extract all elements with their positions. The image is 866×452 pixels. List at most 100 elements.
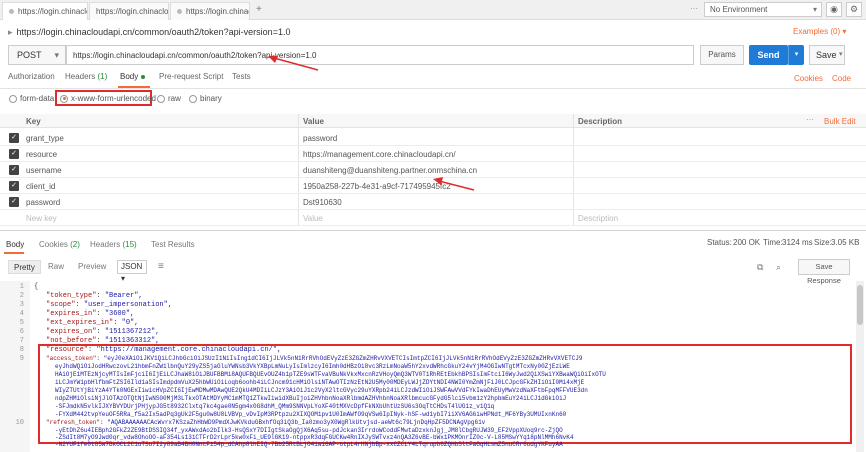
examples-button[interactable]: Examples (0) ▾ [793,27,846,36]
radio-icon [9,94,17,103]
table-row [0,130,866,146]
scrollbar-thumb[interactable] [857,285,863,325]
divider [0,230,866,231]
checkbox-checked-icon[interactable]: ✓ [9,133,19,143]
tab-headers[interactable]: Headers (1) [65,72,107,81]
request-title[interactable]: ▸ https://login.chinacloudapi.cn/common/o… [8,27,290,38]
wrap-lines-icon[interactable]: ≡ [158,260,170,274]
request-tab[interactable]: https://login.chinaclou× [2,2,88,20]
chevron-down-icon: ▾ [121,274,126,283]
tab-prerequest-script[interactable]: Pre-request Script [159,72,223,81]
code-line: "expires_in": "3600", [46,310,135,318]
param-key[interactable]: resource [26,150,57,159]
method-select[interactable]: POST ▾ [8,45,66,65]
key-column-header: Key [26,117,41,126]
radio-icon [157,94,165,103]
more-icon[interactable]: ··· [806,115,814,124]
line-number: 10 [15,419,24,427]
code-line: "token_type": "Bearer", [46,292,143,300]
param-value[interactable]: https://management.core.chinacloudapi.cn… [303,150,456,159]
line-number: 3 [19,301,24,309]
radio-x-www-form-urlencoded[interactable]: x-www-form-urlencoded [60,94,156,103]
chevron-right-icon: ▸ [8,27,13,37]
new-tab-button[interactable]: + [256,4,262,15]
chevron-down-icon[interactable]: ▾ [839,45,850,65]
tab-response-headers[interactable]: Headers (15) [90,240,137,249]
annotation-arrow [433,177,475,191]
time-value: 3124 ms [782,238,813,247]
tab-response-cookies[interactable]: Cookies (2) [39,240,80,249]
radio-binary[interactable]: binary [189,94,222,103]
eye-icon[interactable]: ◉ [826,2,842,17]
format-select[interactable]: JSON ▾ [117,260,147,283]
code-link[interactable]: Code [832,74,851,83]
tab-body[interactable]: Body [120,72,146,81]
new-description-input[interactable]: Description [578,214,618,223]
tab-authorization[interactable]: Authorization [8,72,55,81]
token-continuation: -yEtDhZ6u4IEBph2GFkZ2ZE9BtDSSIQ34f_yxAWx… [55,427,563,434]
status-dot-icon [9,9,14,14]
code-line: { [34,283,39,291]
param-value[interactable]: Dst910630 [303,198,342,207]
tab-test-results[interactable]: Test Results [151,240,195,249]
size-label: Size: [814,238,832,247]
close-icon[interactable]: × [169,7,170,16]
size-value: 3.05 KB [831,238,860,247]
tab-response-body[interactable]: Body [6,240,24,249]
request-tab[interactable]: https://login.chinaclo× [89,2,169,20]
chevron-down-icon: ▾ [812,5,817,14]
line-number: 5 [19,319,24,327]
radio-icon [189,94,197,103]
checkbox-checked-icon[interactable]: ✓ [9,149,19,159]
param-value[interactable]: duanshiteng@duanshiteng.partner.onmschin… [303,166,477,175]
code-line: "ext_expires_in": "0", [46,319,139,327]
save-response-button[interactable]: Save Response [798,259,850,285]
new-key-input[interactable]: New key [26,214,57,223]
param-key[interactable]: client_id [26,182,55,191]
gear-icon[interactable]: ⚙ [846,2,862,17]
value-column-header: Value [303,117,324,126]
token-continuation: WIyZTUtYjBiYzA4YTk0NGExIiwicHVpZCI6IjEwM… [55,387,588,394]
raw-button[interactable]: Raw [43,260,69,274]
checkbox-checked-icon[interactable]: ✓ [9,181,19,191]
param-key[interactable]: username [26,166,62,175]
radio-form-data[interactable]: form-data [9,94,54,103]
chevron-down-icon: ▾ [788,45,804,65]
request-tab[interactable]: https://login.chinaclo× [170,2,250,20]
table-row-new [0,210,866,226]
pretty-button[interactable]: Pretty [8,260,41,274]
url-input[interactable]: https://login.chinacloudapi.cn/common/oa… [66,45,694,65]
tab-underline [4,252,24,254]
chevron-down-icon: ▾ [54,50,59,60]
params-button[interactable]: Params [700,45,744,65]
token-continuation: HAiOjE1MTEzNjcyMTIsImFjciI6IjEiLCJhaW8iO… [55,371,606,378]
search-icon[interactable]: ⌕ [776,260,788,274]
send-button[interactable]: Send [749,45,788,65]
param-key[interactable]: grant_type [26,134,64,143]
line-number: 8 [19,346,24,354]
cookies-link[interactable]: Cookies [794,74,823,83]
new-value-input[interactable]: Value [303,214,323,223]
param-value[interactable]: 1950a258-227b-4e31-a9cf-717495945fc2 [303,182,451,191]
token-continuation: -FYXdM442tvpYeuOF5RRa_f5a2Ix5adPq3gUk2F5… [55,411,567,418]
environment-select[interactable]: No Environment ▾ [704,2,822,17]
param-key[interactable]: password [26,198,60,207]
bulk-edit-button[interactable]: Bulk Edit [824,117,856,126]
radio-raw[interactable]: raw [157,94,181,103]
tabs-menu-button[interactable]: ··· [690,4,698,13]
param-value[interactable]: password [303,134,337,143]
description-column-header: Description [578,117,623,126]
preview-button[interactable]: Preview [73,260,111,274]
kv-table-header [0,114,866,128]
checkbox-checked-icon[interactable]: ✓ [9,197,19,207]
token-continuation: -SFJmdkN5vlkIJXYBVYDUrjPHjypJG5t8932Clxt… [55,403,495,410]
checkbox-checked-icon[interactable]: ✓ [9,165,19,175]
status-label: Status: [707,238,732,247]
token-continuation: iLCJmYW1pbHlfbmFtZSI6Ild1aSIsImdpdmVuX25… [55,379,585,386]
status-dot-icon [177,9,182,14]
active-dot-icon [141,74,146,79]
tab-tests[interactable]: Tests [232,72,251,81]
code-line: "scope": "user_impersonation", [46,301,173,309]
scrollbar[interactable] [856,281,864,452]
copy-icon[interactable]: ⧉ [757,260,769,274]
